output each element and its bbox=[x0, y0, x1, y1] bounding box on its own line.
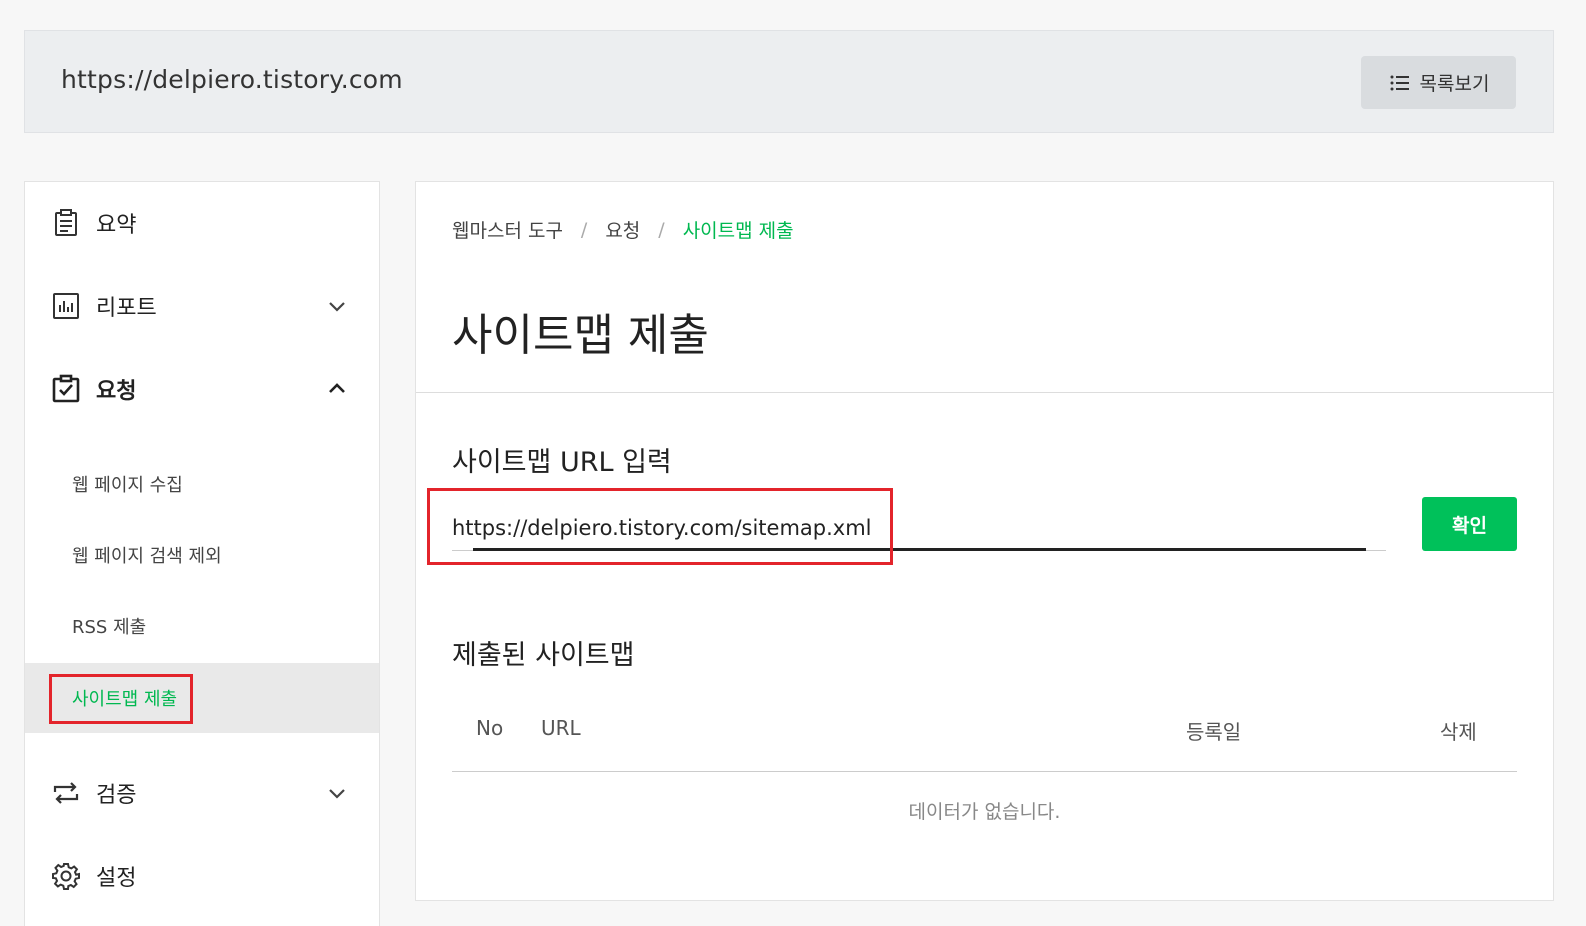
repeat-icon bbox=[53, 782, 79, 804]
sidebar-subitem-sitemap-submit[interactable]: 사이트맵 제출 bbox=[25, 663, 379, 733]
breadcrumb-item[interactable]: 요청 bbox=[605, 216, 640, 243]
sidebar-subitem-web-page-collect[interactable]: 웹 페이지 수집 bbox=[25, 449, 379, 519]
sidebar-subitem-label: 웹 페이지 검색 제외 bbox=[72, 546, 222, 567]
breadcrumb: 웹마스터 도구 / 요청 / 사이트맵 제출 bbox=[452, 216, 794, 243]
table-header-url: URL bbox=[541, 716, 581, 740]
sidebar-item-label: 설정 bbox=[96, 866, 137, 891]
breadcrumb-separator: / bbox=[580, 218, 588, 241]
sidebar-item-settings[interactable]: 설정 bbox=[25, 846, 379, 906]
highlight-box bbox=[49, 674, 193, 724]
chevron-down-icon bbox=[329, 302, 345, 312]
confirm-button[interactable]: 확인 bbox=[1422, 497, 1517, 551]
sidebar-subitem-label: 웹 페이지 수집 bbox=[72, 475, 183, 496]
sidebar-subitem-rss-submit[interactable]: RSS 제출 bbox=[25, 591, 379, 661]
chevron-down-icon bbox=[329, 789, 345, 799]
top-bar: https://delpiero.tistory.com 목록보기 bbox=[24, 30, 1554, 133]
divider bbox=[416, 392, 1553, 393]
sitemap-url-label: 사이트맵 URL 입력 bbox=[452, 447, 672, 478]
breadcrumb-current: 사이트맵 제출 bbox=[682, 220, 794, 242]
sidebar-item-summary[interactable]: 요약 bbox=[25, 193, 379, 253]
clipboard-check-icon bbox=[52, 374, 80, 403]
sidebar: 요약 리포트 요청 웹 페이지 수집 웹 페이지 검색 제외 RSS 제출 사이… bbox=[24, 181, 380, 926]
sidebar-item-verify[interactable]: 검증 bbox=[25, 763, 379, 823]
list-icon bbox=[1390, 75, 1409, 90]
highlight-box bbox=[427, 488, 893, 565]
chevron-up-icon bbox=[329, 383, 345, 393]
sidebar-item-report[interactable]: 리포트 bbox=[25, 276, 379, 336]
list-view-label: 목록보기 bbox=[1419, 73, 1490, 95]
gear-icon bbox=[52, 863, 80, 890]
sidebar-item-request[interactable]: 요청 bbox=[25, 359, 379, 419]
sidebar-item-label: 요약 bbox=[96, 213, 137, 238]
sidebar-subitem-label: RSS 제출 bbox=[72, 617, 147, 638]
table-empty-message: 데이터가 없습니다. bbox=[908, 801, 1061, 823]
table-header-divider bbox=[452, 771, 1517, 772]
breadcrumb-separator: / bbox=[658, 218, 665, 241]
list-view-button[interactable]: 목록보기 bbox=[1361, 56, 1516, 109]
bar-chart-icon bbox=[53, 293, 79, 319]
main-panel: 웹마스터 도구 / 요청 / 사이트맵 제출 사이트맵 제출 사이트맵 URL … bbox=[415, 181, 1554, 901]
submitted-sitemaps-label: 제출된 사이트맵 bbox=[452, 640, 635, 671]
page-title: 사이트맵 제출 bbox=[452, 310, 709, 361]
sidebar-item-label: 리포트 bbox=[96, 296, 157, 321]
table-header-date: 등록일 bbox=[1186, 720, 1242, 744]
sidebar-item-label: 검증 bbox=[96, 783, 137, 808]
site-url: https://delpiero.tistory.com bbox=[61, 65, 403, 94]
breadcrumb-item[interactable]: 웹마스터 도구 bbox=[452, 216, 563, 243]
sidebar-subitem-web-page-exclude[interactable]: 웹 페이지 검색 제외 bbox=[25, 520, 379, 590]
sidebar-item-label: 요청 bbox=[96, 379, 137, 404]
table-header-delete: 삭제 bbox=[1440, 720, 1477, 744]
clipboard-icon bbox=[55, 209, 77, 236]
table-header-no: No bbox=[476, 716, 504, 740]
